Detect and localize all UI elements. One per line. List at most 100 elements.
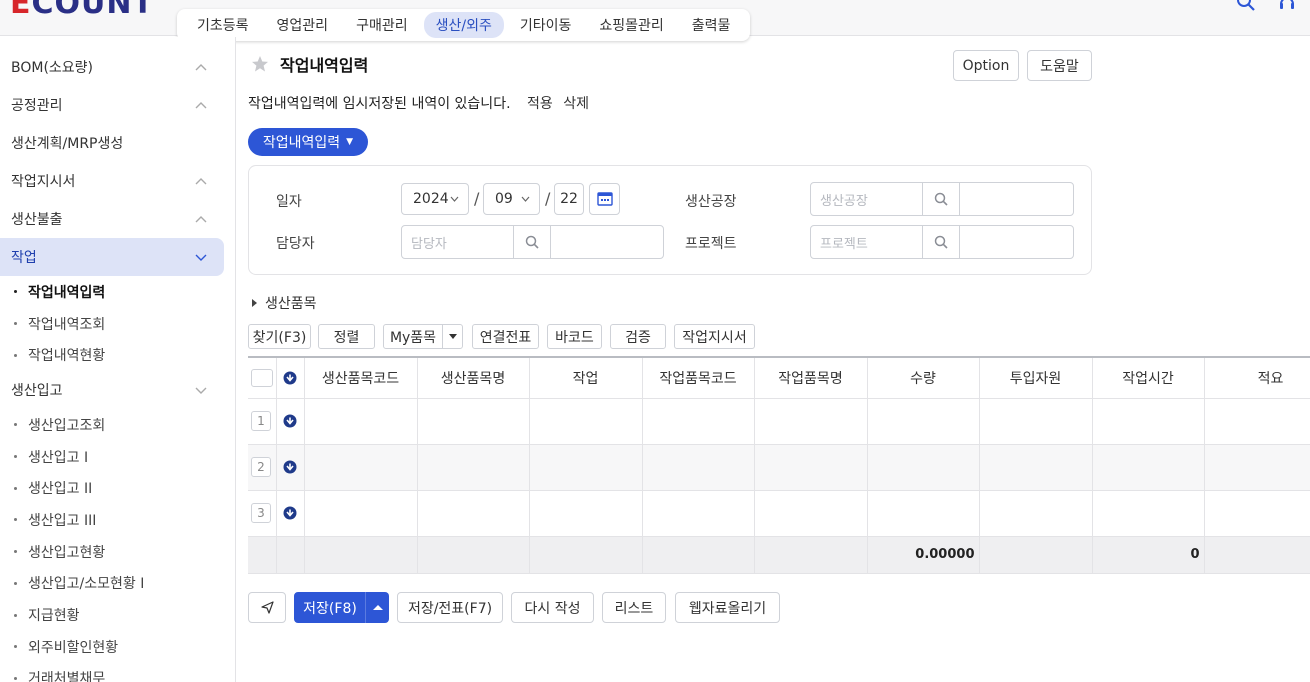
topnav-item-shopping-mall[interactable]: 쇼핑몰관리 — [587, 12, 675, 38]
col-work-time[interactable]: 작업시간 — [1092, 358, 1205, 399]
cell-work-item-name[interactable] — [754, 444, 868, 491]
cell-work-time[interactable] — [1092, 398, 1205, 445]
sidebar-group-process[interactable]: 공정관리 — [0, 86, 235, 124]
project-field[interactable]: 프로젝트 — [810, 225, 1074, 259]
cell-work-item-code[interactable] — [642, 490, 755, 537]
sidebar-group-receiving[interactable]: 생산입고 — [0, 371, 235, 409]
project-search-button[interactable] — [923, 226, 960, 258]
cell-quantity[interactable] — [867, 444, 980, 491]
cell-remarks[interactable] — [1204, 490, 1310, 537]
factory-input[interactable]: 생산공장 — [811, 183, 923, 215]
year-select[interactable]: 2024 — [401, 183, 469, 215]
col-resource[interactable]: 투입자원 — [979, 358, 1093, 399]
sidebar-item-work-inquiry[interactable]: 작업내역조회 — [0, 308, 235, 340]
cell-product-name[interactable] — [417, 444, 530, 491]
calendar-button[interactable] — [589, 183, 620, 215]
sidebar-group-bom[interactable]: BOM(소요량) — [0, 48, 235, 86]
cell-work-time[interactable] — [1092, 490, 1205, 537]
delete-link[interactable]: 삭제 — [563, 96, 589, 112]
apply-link[interactable]: 적용 — [527, 96, 553, 112]
cell-work-item-code[interactable] — [642, 398, 755, 445]
cell-quantity[interactable] — [867, 398, 980, 445]
cell-work-time[interactable] — [1092, 444, 1205, 491]
arrow-down-circle-icon[interactable] — [283, 414, 297, 428]
cell-resource[interactable] — [979, 444, 1093, 491]
project-input[interactable]: 프로젝트 — [811, 226, 923, 258]
sidebar-item-work-status[interactable]: 작업내역현황 — [0, 339, 235, 371]
star-icon[interactable] — [251, 55, 269, 73]
option-button[interactable]: Option — [953, 50, 1019, 81]
col-remarks[interactable]: 적요 — [1204, 358, 1310, 399]
my-items-dropdown[interactable] — [442, 325, 462, 348]
cell-work[interactable] — [529, 490, 643, 537]
verify-button[interactable]: 검증 — [610, 324, 666, 349]
sidebar-item-receiving-consumption[interactable]: 생산입고/소모현황 I — [0, 568, 235, 600]
factory-field[interactable]: 생산공장 — [810, 182, 1074, 216]
topnav-item-other-movement[interactable]: 기타이동 — [508, 12, 584, 38]
linked-slip-button[interactable]: 연결전표 — [472, 324, 539, 349]
save-options-button[interactable] — [365, 592, 389, 623]
cell-remarks[interactable] — [1204, 398, 1310, 445]
help-button[interactable]: 도움말 — [1027, 50, 1092, 81]
cell-resource[interactable] — [979, 398, 1093, 445]
cell-work[interactable] — [529, 444, 643, 491]
sidebar-group-mrp[interactable]: 생산계획/MRP생성 — [0, 124, 235, 162]
cell-work-item-code[interactable] — [642, 444, 755, 491]
list-button[interactable]: 리스트 — [602, 592, 666, 623]
topnav-item-production[interactable]: 생산/외주 — [423, 12, 504, 38]
month-select[interactable]: 09 — [483, 183, 540, 215]
save-slip-button[interactable]: 저장/전표(F7) — [397, 592, 503, 623]
arrow-down-circle-icon[interactable] — [283, 460, 297, 474]
manager-search-button[interactable] — [514, 226, 551, 258]
work-entry-dropdown[interactable]: 작업내역입력 ▼ — [248, 128, 368, 156]
cell-product-code[interactable] — [304, 444, 418, 491]
topnav-item-purchase[interactable]: 구매관리 — [344, 12, 420, 38]
col-work-item-code[interactable]: 작업품목코드 — [642, 358, 755, 399]
find-button[interactable]: 찾기(F3) — [248, 324, 311, 349]
web-upload-button[interactable]: 웹자료올리기 — [675, 592, 780, 623]
my-items-button[interactable]: My품목 — [383, 324, 463, 349]
sidebar-group-work[interactable]: 작업 — [0, 238, 224, 276]
sidebar-item-receiving-2[interactable]: 생산입고 II — [0, 472, 235, 504]
topnav-item-output[interactable]: 출력물 — [680, 12, 743, 38]
topnav-item-basic-registration[interactable]: 기초등록 — [185, 12, 261, 38]
cell-resource[interactable] — [979, 490, 1093, 537]
cell-work-item-name[interactable] — [754, 398, 868, 445]
send-button[interactable] — [248, 592, 286, 623]
col-work[interactable]: 작업 — [529, 358, 643, 399]
sidebar-item-payment-status[interactable]: 지급현황 — [0, 599, 235, 631]
cell-quantity[interactable] — [867, 490, 980, 537]
sidebar-item-receiving-inquiry[interactable]: 생산입고조회 — [0, 409, 235, 441]
work-order-button[interactable]: 작업지시서 — [674, 324, 755, 349]
sidebar-group-work-order[interactable]: 작업지시서 — [0, 162, 235, 200]
sidebar-item-receiving-3[interactable]: 생산입고 III — [0, 504, 235, 536]
factory-search-button[interactable] — [923, 183, 960, 215]
col-product-name[interactable]: 생산품목명 — [417, 358, 530, 399]
manager-field[interactable]: 담당자 — [401, 225, 664, 259]
sidebar-item-receiving-1[interactable]: 생산입고 I — [0, 441, 235, 473]
day-input[interactable]: 22 — [554, 183, 584, 215]
col-quantity[interactable]: 수량 — [867, 358, 980, 399]
arrow-down-circle-icon[interactable] — [283, 371, 297, 385]
cell-work[interactable] — [529, 398, 643, 445]
manager-input[interactable]: 담당자 — [402, 226, 514, 258]
cell-product-code[interactable] — [304, 398, 418, 445]
cell-work-item-name[interactable] — [754, 490, 868, 537]
rewrite-button[interactable]: 다시 작성 — [511, 592, 594, 623]
col-product-code[interactable]: 생산품목코드 — [304, 358, 418, 399]
sidebar-item-receiving-status[interactable]: 생산입고현황 — [0, 536, 235, 568]
save-button[interactable]: 저장(F8) — [294, 592, 366, 623]
search-icon[interactable] — [1236, 0, 1256, 12]
sidebar-item-outsourcing-discount[interactable]: 외주비할인현황 — [0, 631, 235, 663]
ecount-logo[interactable]: ECOUNT — [10, 0, 154, 21]
col-work-item-name[interactable]: 작업품목명 — [754, 358, 868, 399]
sidebar-item-work-entry[interactable]: 작업내역입력 — [0, 276, 235, 308]
sidebar-item-vendor-payables[interactable]: 거래처별채무 — [0, 663, 235, 682]
cell-product-code[interactable] — [304, 490, 418, 537]
sort-button[interactable]: 정렬 — [318, 324, 375, 349]
cell-product-name[interactable] — [417, 490, 530, 537]
topnav-item-sales[interactable]: 영업관리 — [265, 12, 341, 38]
arrow-down-circle-icon[interactable] — [283, 506, 297, 520]
cell-remarks[interactable] — [1204, 444, 1310, 491]
cell-product-name[interactable] — [417, 398, 530, 445]
